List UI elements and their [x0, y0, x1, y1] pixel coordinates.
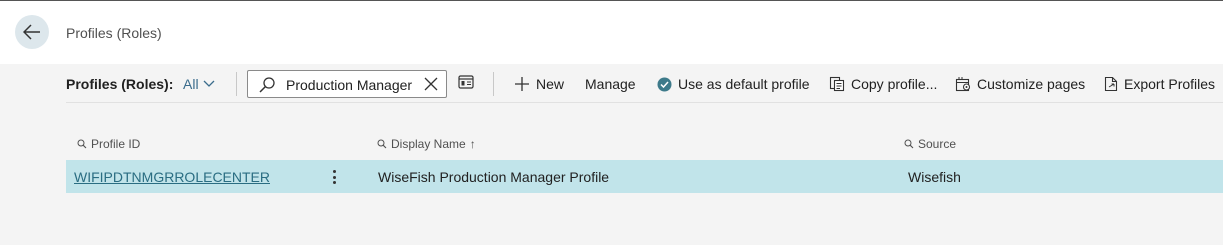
search-value: Production Manager	[286, 77, 413, 93]
action-bar: Profiles (Roles): All Production Manager…	[0, 64, 1223, 104]
customize-pages-button[interactable]: Customize pages	[955, 76, 1085, 92]
back-button[interactable]	[15, 15, 49, 49]
page-header: Profiles (Roles)	[0, 1, 1223, 64]
view-filter-dropdown[interactable]: All	[183, 76, 215, 92]
column-header-label: Source	[918, 137, 957, 151]
divider	[236, 72, 237, 96]
use-as-default-button[interactable]: Use as default profile	[657, 76, 810, 92]
check-circle-icon	[657, 77, 672, 91]
table-row[interactable]: WIFIPDTNMGRROLECENTER WiseFish Productio…	[66, 160, 1223, 193]
list-caption: Profiles (Roles):	[66, 76, 174, 92]
customize-pages-label: Customize pages	[977, 76, 1086, 92]
search-icon	[77, 139, 87, 149]
clear-search-button[interactable]	[424, 77, 438, 96]
column-header-display-name[interactable]: Display Name ↑	[377, 137, 476, 151]
copy-profile-button[interactable]: Copy profile...	[829, 76, 937, 92]
close-icon	[424, 77, 438, 91]
plus-icon	[515, 77, 529, 91]
sort-ascending-icon: ↑	[469, 137, 476, 151]
export-profiles-label: Export Profiles	[1124, 76, 1216, 92]
arrow-left-icon	[23, 24, 40, 40]
filter-pane-icon	[458, 75, 474, 89]
source-cell: Wisefish	[908, 169, 961, 185]
column-header-profile-id[interactable]: Profile ID	[77, 137, 140, 151]
search-icon	[377, 139, 387, 149]
use-as-default-label: Use as default profile	[678, 76, 810, 92]
search-icon	[258, 76, 276, 99]
view-filter-label: All	[183, 76, 199, 92]
new-button-label: New	[536, 76, 565, 92]
customize-icon	[955, 77, 971, 92]
page-title: Profiles (Roles)	[66, 25, 162, 41]
manage-button[interactable]: Manage	[585, 76, 636, 92]
new-button[interactable]: New	[514, 76, 564, 92]
chevron-down-icon	[203, 80, 215, 87]
action-bar-divider	[66, 102, 1223, 103]
profile-id-link[interactable]: WIFIPDTNMGRROLECENTER	[74, 169, 270, 185]
export-profiles-button[interactable]: Export Profiles	[1104, 76, 1215, 92]
row-actions-menu-icon[interactable]	[330, 167, 338, 187]
filter-pane-button[interactable]	[458, 74, 474, 90]
export-icon	[1104, 76, 1118, 92]
search-input[interactable]: Production Manager	[247, 70, 447, 98]
copy-icon	[829, 76, 845, 92]
column-header-label: Profile ID	[91, 137, 141, 151]
column-header-source[interactable]: Source	[904, 137, 956, 151]
display-name-cell: WiseFish Production Manager Profile	[378, 169, 610, 185]
manage-button-label: Manage	[585, 76, 636, 92]
divider	[493, 72, 494, 96]
column-header-label: Display Name	[391, 137, 466, 151]
copy-profile-label: Copy profile...	[851, 76, 938, 92]
search-icon	[904, 139, 914, 149]
